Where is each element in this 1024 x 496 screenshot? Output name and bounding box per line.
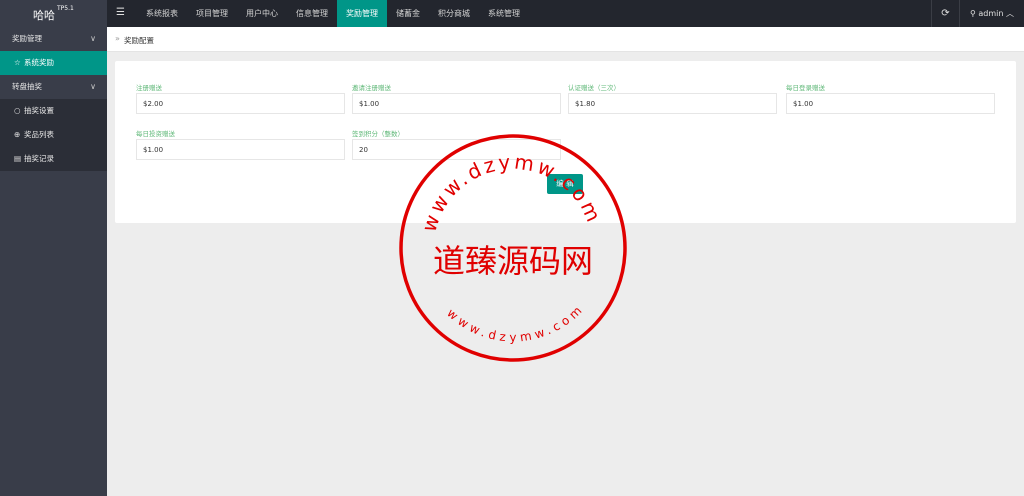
sidebar-group-label: 奖励管理 [12, 34, 42, 43]
logo-version: TP5.1 [57, 5, 74, 12]
sidebar-item-system-reward[interactable]: ☆ 系统奖励 [0, 51, 107, 75]
verify-bonus-input[interactable] [568, 93, 777, 114]
sidebar-item-label: 抽奖设置 [24, 106, 54, 115]
top-navbar: 哈哈 TP5.1 ☰ 系统报表 项目管理 用户中心 信息管理 奖励管理 储蓄金 … [0, 0, 1024, 27]
nav-item-savings[interactable]: 储蓄金 [387, 0, 429, 27]
nav-item-info[interactable]: 信息管理 [287, 0, 337, 27]
star-icon: ☆ [14, 58, 21, 67]
register-bonus-input[interactable] [136, 93, 345, 114]
field-register-bonus: 注册赠送 [136, 84, 345, 114]
circle-icon: ○ [14, 106, 21, 115]
daily-invest-bonus-input[interactable] [136, 139, 345, 160]
watermark-url-bottom: www.dzymw.com [444, 301, 587, 345]
sidebar-group-label: 转盘抽奖 [12, 82, 42, 91]
sidebar-item-prize-list[interactable]: ⊕ 奖品列表 [0, 123, 107, 147]
plus-circle-icon: ⊕ [14, 130, 21, 139]
user-name: admin [978, 9, 1004, 18]
sidebar-group-lottery[interactable]: 转盘抽奖 ∨ [0, 75, 107, 99]
chevron-down-icon: ∨ [90, 34, 96, 43]
double-chevron-icon: » [115, 34, 120, 43]
field-verify-bonus: 认证赠送（三次） [568, 84, 777, 114]
nav-item-reports[interactable]: 系统报表 [137, 0, 187, 27]
sidebar-item-label: 奖品列表 [24, 130, 54, 139]
nav-item-users[interactable]: 用户中心 [237, 0, 287, 27]
watermark-stamp: www.dzymw.com 道臻源码网 www.dzymw.com [399, 134, 627, 362]
refresh-icon[interactable]: ⟳ [930, 0, 959, 27]
user-menu[interactable]: ⚲ admin ︿ [958, 0, 1024, 27]
hamburger-icon[interactable]: ☰ [116, 7, 125, 18]
watermark-text: 道臻源码网 [433, 242, 593, 280]
breadcrumb-label[interactable]: 奖励配置 [124, 35, 154, 46]
logo-name: 哈哈 [33, 9, 55, 22]
sidebar: 奖励管理 ∨ ☆ 系统奖励 转盘抽奖 ∨ ○ 抽奖设置 ⊕ 奖品列表 ▤ 抽奖记录 [0, 27, 107, 496]
nav-item-system[interactable]: 系统管理 [479, 0, 529, 27]
logo[interactable]: 哈哈 TP5.1 [0, 0, 107, 27]
sidebar-item-draw-settings[interactable]: ○ 抽奖设置 [0, 99, 107, 123]
nav-item-points-mall[interactable]: 积分商城 [429, 0, 479, 27]
field-daily-invest-bonus: 每日投资赠送 [136, 130, 345, 160]
nav-item-projects[interactable]: 项目管理 [187, 0, 237, 27]
main-nav: 系统报表 项目管理 用户中心 信息管理 奖励管理 储蓄金 积分商城 系统管理 [137, 0, 529, 27]
list-icon: ▤ [14, 154, 22, 163]
field-daily-login-bonus: 每日登录赠送 [786, 84, 995, 114]
chevron-up-icon: ︿ [1006, 9, 1014, 18]
field-label: 邀请注册赠送 [352, 84, 391, 92]
sidebar-item-draw-records[interactable]: ▤ 抽奖记录 [0, 147, 107, 171]
invite-bonus-input[interactable] [352, 93, 561, 114]
daily-login-bonus-input[interactable] [786, 93, 995, 114]
field-label: 注册赠送 [136, 84, 162, 92]
sidebar-item-label: 抽奖记录 [24, 154, 54, 163]
chevron-down-icon: ∨ [90, 82, 96, 91]
sidebar-item-label: 系统奖励 [24, 58, 54, 67]
user-icon: ⚲ [969, 9, 976, 18]
breadcrumb: » 奖励配置 [107, 27, 1024, 52]
watermark-url-top: www.dzymw.com [417, 149, 607, 234]
field-label: 认证赠送（三次） [568, 84, 620, 92]
field-invite-bonus: 邀请注册赠送 [352, 84, 561, 114]
nav-item-rewards[interactable]: 奖励管理 [337, 0, 387, 27]
field-label: 每日登录赠送 [786, 84, 825, 92]
sidebar-group-rewards[interactable]: 奖励管理 ∨ [0, 27, 107, 51]
field-label: 每日投资赠送 [136, 130, 175, 138]
